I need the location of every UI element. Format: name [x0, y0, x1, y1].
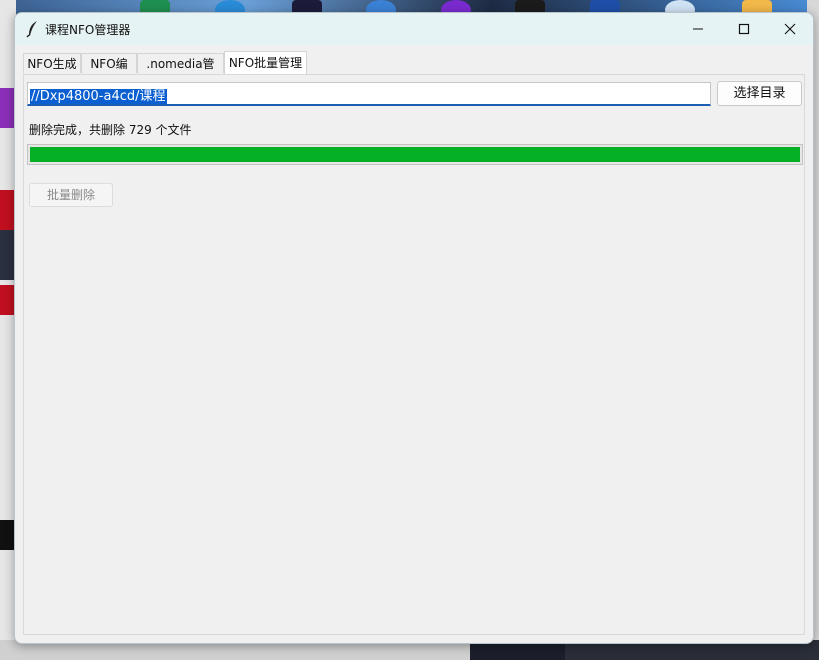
progress-bar — [27, 144, 803, 165]
close-icon — [784, 23, 796, 35]
maximize-button[interactable] — [721, 13, 767, 45]
batch-manage-panel: //Dxp4800-a4cd/课程 选择目录 删除完成，共删除 729 个文件 … — [23, 74, 805, 635]
feather-icon — [26, 21, 37, 38]
minimize-icon — [693, 28, 703, 30]
title-bar[interactable]: 课程NFO管理器 — [15, 13, 813, 45]
minimize-button[interactable] — [675, 13, 721, 45]
tab-nfo-batch-manage[interactable]: NFO批量管理 — [224, 51, 307, 75]
directory-path-input[interactable]: //Dxp4800-a4cd/课程 — [27, 82, 711, 106]
close-button[interactable] — [767, 13, 813, 45]
tab-nfo-generate[interactable]: NFO生成 — [23, 53, 81, 73]
maximize-icon — [738, 23, 750, 35]
tab-nfo-edit[interactable]: NFO编辑 — [81, 53, 137, 91]
status-message: 删除完成，共删除 729 个文件 — [29, 123, 192, 137]
choose-directory-button[interactable]: 选择目录 — [717, 81, 802, 106]
window-title: 课程NFO管理器 — [45, 23, 131, 37]
tab-nomedia-manage[interactable]: .nomedia管理 — [137, 53, 224, 91]
batch-delete-button[interactable]: 批量删除 — [29, 183, 113, 207]
directory-path-value: //Dxp4800-a4cd/课程 — [30, 89, 167, 104]
app-window: 课程NFO管理器 NFO生成 NFO编辑 .nomedia管理 NFO批量管理 … — [14, 12, 814, 644]
progress-fill — [30, 147, 800, 162]
